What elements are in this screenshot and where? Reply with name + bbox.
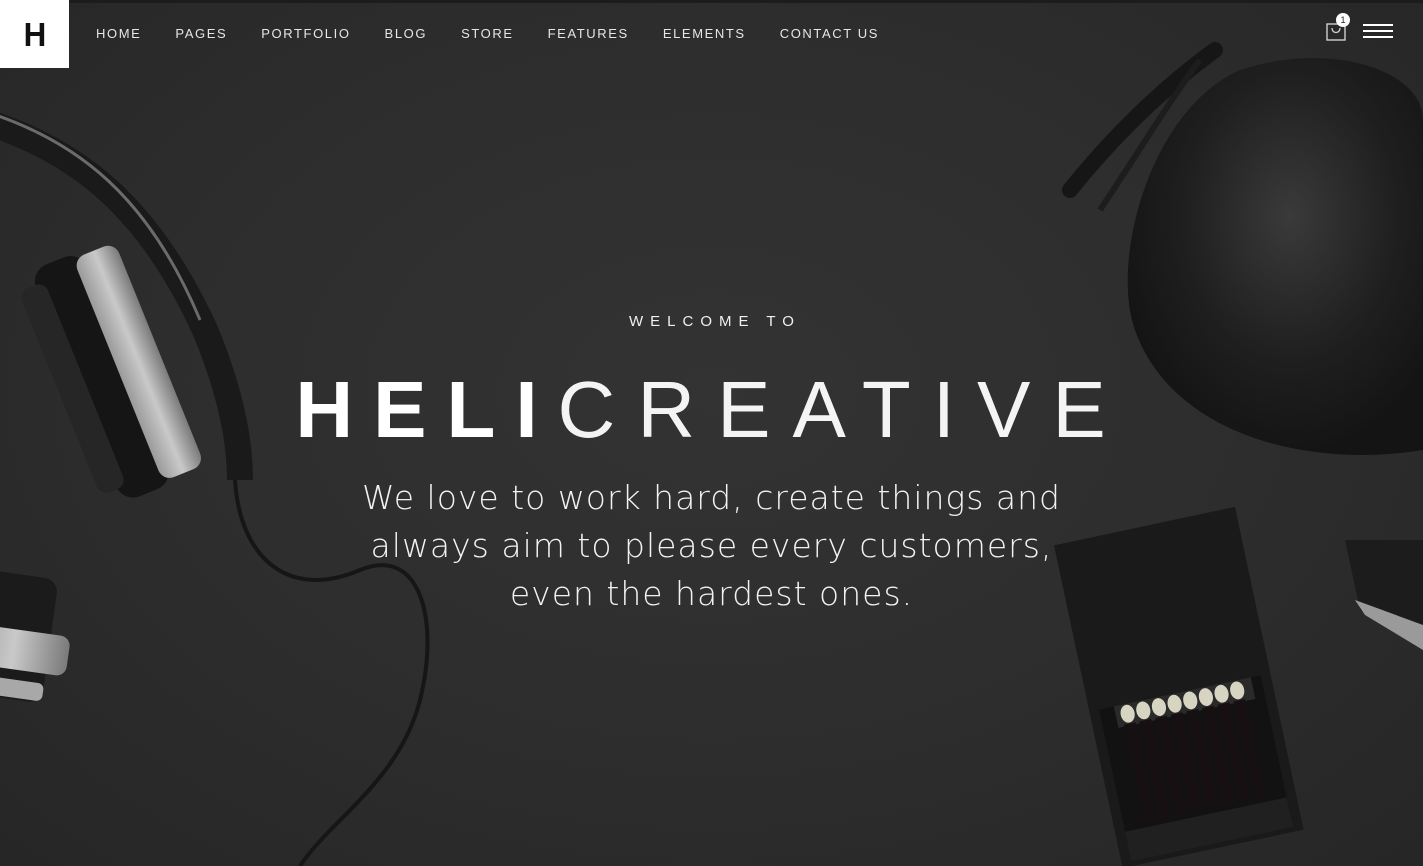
- page: H HOME PAGES PORTFOLIO BLOG STORE FEATUR…: [0, 0, 1423, 866]
- brand-bold-part: HELI: [295, 365, 558, 454]
- hero-section: WELCOME TO HELICREATIVE We love to work …: [0, 0, 1423, 866]
- hero-tagline: We love to work hard, create things and …: [362, 478, 1061, 613]
- brand-light-part: CREATIVE: [557, 365, 1128, 454]
- hero-brand-title: HELICREATIVE: [0, 364, 1423, 456]
- hero-welcome-text: WELCOME TO: [629, 313, 801, 330]
